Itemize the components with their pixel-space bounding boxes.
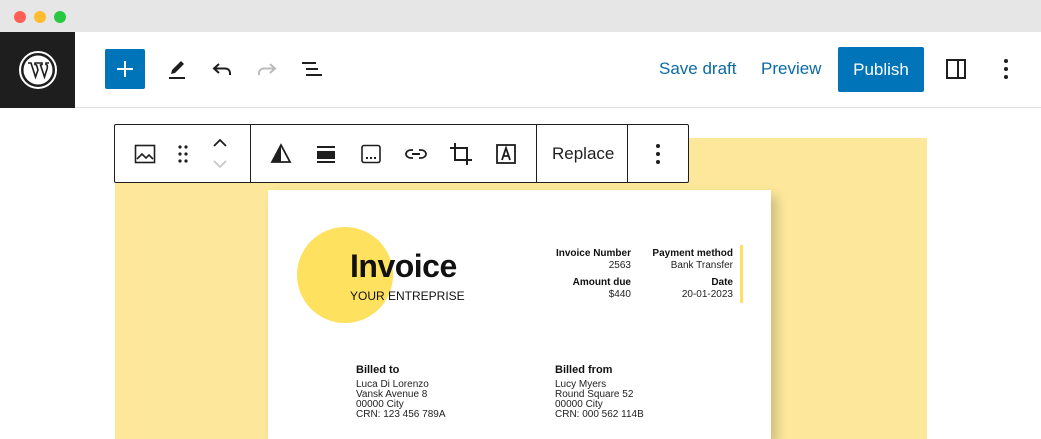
invoice-number-value: 2563 <box>608 260 631 271</box>
save-draft-button[interactable]: Save draft <box>659 59 737 79</box>
toolbar-divider <box>250 125 251 182</box>
billed-from-heading: Billed from <box>555 364 613 376</box>
duotone-button[interactable] <box>268 141 294 167</box>
date-block: Date 20-01-2023 <box>682 277 733 301</box>
block-type-button[interactable] <box>132 141 158 167</box>
tools-button[interactable] <box>162 54 192 84</box>
undo-button[interactable] <box>207 54 237 84</box>
window-title-bar <box>0 0 1041 32</box>
publish-button[interactable]: Publish <box>838 47 924 92</box>
preview-button[interactable]: Preview <box>761 59 821 79</box>
options-menu-button[interactable] <box>994 55 1018 83</box>
add-block-button[interactable] <box>105 49 145 89</box>
block-options-button[interactable] <box>645 141 671 167</box>
more-vertical-icon <box>656 144 660 164</box>
invoice-title: Invoice <box>350 248 457 284</box>
link-button[interactable] <box>403 141 429 167</box>
image-icon <box>134 144 156 164</box>
payment-method-value: Bank Transfer <box>670 260 733 271</box>
drag-handle-icon <box>178 145 188 163</box>
billed-from-line: CRN: 000 562 114B <box>555 409 644 420</box>
editor-header: Save draft Preview Publish <box>0 32 1041 108</box>
pencil-icon <box>169 61 185 79</box>
replace-button[interactable]: Replace <box>552 144 614 164</box>
billed-to-heading: Billed to <box>356 364 400 376</box>
link-icon <box>405 149 427 159</box>
move-up-button[interactable] <box>207 133 233 153</box>
payment-method-label: Payment method <box>652 248 733 259</box>
payment-method-block: Payment method Bank Transfer <box>652 248 733 272</box>
plus-icon <box>117 61 133 77</box>
wordpress-logo-button[interactable] <box>0 32 75 108</box>
billed-from-block: Billed from Lucy Myers Round Square 52 0… <box>555 365 644 420</box>
minimize-window-button[interactable] <box>34 11 46 23</box>
crop-icon <box>450 143 472 165</box>
invoice-number-label: Invoice Number <box>555 248 631 259</box>
date-value: 20-01-2023 <box>681 289 733 300</box>
duotone-icon <box>270 143 292 163</box>
amount-due-label: Amount due <box>572 277 631 288</box>
block-toolbar: Replace <box>114 124 689 183</box>
list-view-icon <box>302 62 322 76</box>
invoice-subtitle: YOUR ENTREPRISE <box>350 289 465 303</box>
billed-to-line: CRN: 123 456 789A <box>356 409 446 420</box>
chevron-down-icon <box>213 160 227 169</box>
text-overlay-button[interactable] <box>493 141 519 167</box>
wordpress-logo-icon <box>18 51 57 89</box>
invoice-image[interactable]: Invoice YOUR ENTREPRISE Invoice Number 2… <box>268 190 771 439</box>
meta-accent-bar <box>740 245 743 303</box>
amount-due-value: $440 <box>608 289 631 300</box>
settings-sidebar-button[interactable] <box>942 55 970 83</box>
close-window-button[interactable] <box>14 11 26 23</box>
align-button[interactable] <box>313 141 339 167</box>
date-label: Date <box>711 277 733 288</box>
more-vertical-icon <box>1004 59 1008 79</box>
caption-button[interactable] <box>358 141 384 167</box>
chevron-up-icon <box>213 138 227 147</box>
billed-to-block: Billed to Luca Di Lorenzo Vansk Avenue 8… <box>356 365 446 420</box>
editor-canvas: Invoice YOUR ENTREPRISE Invoice Number 2… <box>0 109 1041 439</box>
redo-icon <box>258 63 277 75</box>
move-down-button[interactable] <box>207 154 233 174</box>
align-icon <box>317 146 335 163</box>
caption-icon <box>361 144 381 164</box>
undo-icon <box>212 63 231 75</box>
sidebar-icon <box>946 59 966 79</box>
invoice-number-block: Invoice Number 2563 <box>556 248 631 272</box>
document-overview-button[interactable] <box>297 54 327 84</box>
redo-button[interactable] <box>252 54 282 84</box>
maximize-window-button[interactable] <box>54 11 66 23</box>
text-overlay-icon <box>496 144 516 164</box>
drag-handle[interactable] <box>170 141 196 167</box>
crop-button[interactable] <box>448 141 474 167</box>
amount-due-block: Amount due $440 <box>573 277 631 301</box>
toolbar-divider <box>627 125 628 182</box>
toolbar-divider <box>536 125 537 182</box>
